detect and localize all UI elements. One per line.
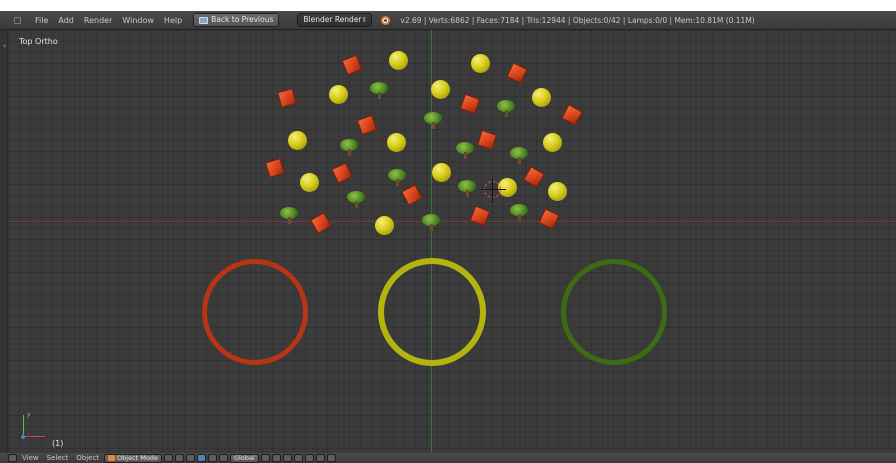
tree-object[interactable] [508,203,530,221]
axis-y-label: y [27,411,31,418]
menu-add[interactable]: Add [53,11,79,30]
sphere-object[interactable] [548,182,567,201]
tree-object[interactable] [420,213,442,231]
transform-orientation-select[interactable]: Global [230,453,259,463]
sphere-object[interactable] [389,51,408,70]
y-axis-icon [23,415,24,437]
current-frame-label: (1) [52,439,64,448]
sphere-object[interactable] [471,54,490,73]
mode-select[interactable]: Object Mode [104,453,162,463]
tree-object[interactable] [456,179,478,197]
editor-type-icon[interactable] [13,16,21,24]
scene-stats: v2.69 | Verts:6862 | Faces:7184 | Tris:1… [400,15,755,25]
sphere-object[interactable] [432,163,451,182]
layer-button-icon[interactable] [260,454,270,462]
lock-layers-icon[interactable] [304,454,314,462]
manipulator-toggle-icon[interactable] [186,454,195,462]
layer-button-icon[interactable] [271,454,281,462]
fullscreen-back-icon [199,16,209,24]
rotate-manipulator-icon[interactable] [208,454,217,462]
menu-window[interactable]: Window [117,11,159,30]
x-axis-icon [23,436,45,437]
cube-object[interactable] [561,104,583,126]
cube-object[interactable] [341,54,363,76]
sphere-object[interactable] [300,173,319,192]
cube-object[interactable] [523,166,545,188]
cube-object[interactable] [264,157,286,179]
back-to-previous-button[interactable]: Back to Previous [193,13,280,27]
cube-object[interactable] [356,114,378,136]
z-axis-icon [21,435,25,439]
sphere-object[interactable] [532,88,551,107]
render-engine-select[interactable]: Blender Render ⇕ [297,13,373,27]
sphere-object[interactable] [288,131,307,150]
scale-manipulator-icon[interactable] [219,454,228,462]
sphere-object[interactable] [543,133,562,152]
pivot-point-icon[interactable] [175,454,184,462]
sphere-object[interactable] [431,80,450,99]
snap-icon[interactable] [315,454,325,462]
3d-view-header: View Select Object Object Mode Global [0,453,896,463]
cube-object[interactable] [401,184,423,206]
render-engine-value: Blender Render [303,15,362,24]
cube-object[interactable] [277,88,297,108]
updown-arrows-icon: ⇕ [361,16,368,24]
blender-logo-icon [380,14,392,26]
3d-cursor-icon[interactable] [481,178,506,203]
3d-viewport[interactable]: Top Ortho y (1) [8,30,896,453]
x-axis-line [8,221,896,222]
tree-object[interactable] [386,168,408,186]
layer-button-icon[interactable] [282,454,292,462]
menu-object[interactable]: Object [72,454,103,462]
menu-select[interactable]: Select [43,454,73,462]
green-torus-object[interactable] [561,259,667,365]
expand-toolshelf-icon[interactable]: + [2,44,7,50]
cube-object[interactable] [506,62,528,84]
cube-object[interactable] [310,212,332,234]
cube-object[interactable] [538,208,560,230]
back-to-previous-label: Back to Previous [211,15,274,24]
tree-object[interactable] [338,138,360,156]
tree-object[interactable] [495,99,517,117]
mode-value: Object Mode [117,454,158,462]
cube-object[interactable] [469,205,491,227]
menu-help[interactable]: Help [159,11,187,30]
red-torus-object[interactable] [202,259,308,365]
info-header: File Add Render Window Help Back to Prev… [0,11,896,30]
menu-view[interactable]: View [18,454,43,462]
menu-render[interactable]: Render [79,11,117,30]
layer-button-icon[interactable] [293,454,303,462]
cube-object[interactable] [331,162,353,184]
render-preview-icon[interactable] [326,454,336,462]
menu-file[interactable]: File [30,11,53,30]
sphere-object[interactable] [387,133,406,152]
tree-object[interactable] [345,190,367,208]
orientation-value: Global [234,454,255,462]
editor-type-icon[interactable] [8,454,17,462]
tree-object[interactable] [508,146,530,164]
sphere-object[interactable] [329,85,348,104]
tree-object[interactable] [454,141,476,159]
toolshelf-collapsed[interactable]: + [0,30,8,453]
view-name-label: Top Ortho [19,37,58,46]
object-mode-icon [108,455,116,461]
tree-object[interactable] [278,206,300,224]
tree-object[interactable] [422,111,444,129]
sphere-object[interactable] [375,216,394,235]
tree-object[interactable] [368,81,390,99]
yellow-torus-object[interactable] [378,258,486,366]
viewport-shading-icon[interactable] [164,454,173,462]
cube-object[interactable] [476,129,498,151]
axis-gizmo-icon: y [20,411,50,441]
cube-object[interactable] [459,93,481,115]
translate-manipulator-icon[interactable] [197,454,206,462]
